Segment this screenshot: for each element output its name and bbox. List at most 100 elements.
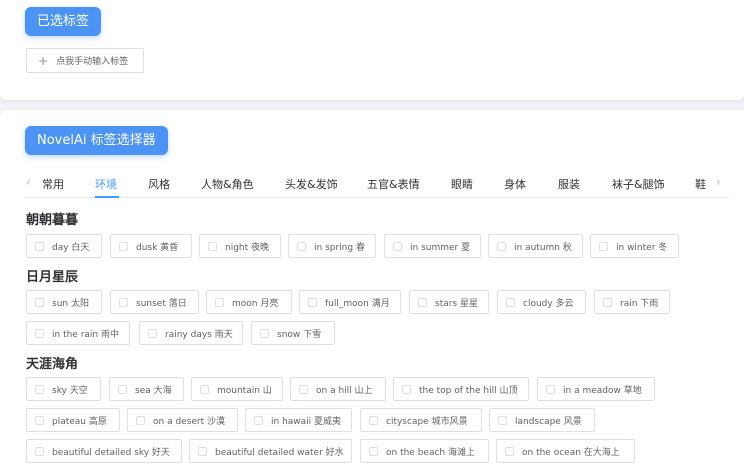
tag-label: on the ocean 在大海上 [522, 447, 620, 458]
tab-common[interactable]: 常用 [42, 176, 64, 192]
tag-chip[interactable]: cityscape 城市风景 [360, 408, 482, 432]
checkbox[interactable] [35, 328, 44, 338]
tag-label: sky 天空 [52, 385, 88, 396]
checkbox[interactable] [546, 384, 555, 394]
tag-chip[interactable]: beautiful detailed water 好水 [189, 439, 352, 463]
checkbox[interactable] [200, 384, 209, 394]
checkbox[interactable] [603, 297, 612, 307]
checkbox[interactable] [35, 241, 44, 251]
checkbox[interactable] [35, 297, 44, 307]
tag-chip[interactable]: landscape 风景 [489, 408, 595, 432]
group-title: 天涯海角 [26, 357, 79, 372]
tag-chip[interactable]: mountain 山 [191, 377, 283, 401]
tag-label: rain 下雨 [620, 298, 659, 309]
tag-chip[interactable]: plateau 高原 [26, 408, 120, 432]
tag-chip[interactable]: dusk 黄昏 [110, 234, 192, 258]
checkbox[interactable] [118, 384, 127, 394]
checkbox[interactable] [393, 241, 402, 251]
checkbox[interactable] [297, 241, 306, 251]
tab-clothing[interactable]: 服装 [558, 176, 580, 192]
tag-chip[interactable]: sky 天空 [26, 377, 101, 401]
checkbox[interactable] [402, 384, 411, 394]
tag-label: in hawaii 夏威夷 [271, 416, 342, 427]
checkbox[interactable] [35, 415, 44, 425]
manual-input-button[interactable]: + 点我手动输入标签 [26, 48, 144, 73]
tag-label: the top of the hill 山顶 [419, 385, 518, 396]
tag-label: in winter 冬 [616, 242, 668, 253]
tag-chip[interactable]: in spring 春 [288, 234, 376, 258]
checkbox[interactable] [254, 415, 263, 425]
tag-chip[interactable]: full_moon 满月 [299, 290, 401, 314]
checkbox[interactable] [35, 446, 44, 456]
tab-characters[interactable]: 人物&角色 [201, 176, 254, 192]
tag-chip[interactable]: in hawaii 夏威夷 [245, 408, 352, 432]
checkbox[interactable] [506, 297, 515, 307]
tag-chip[interactable]: on the ocean 在大海上 [496, 439, 635, 463]
tag-chip[interactable]: cloudy 多云 [497, 290, 586, 314]
tag-label: mountain 山 [217, 385, 272, 396]
tag-chip[interactable]: in summer 夏 [384, 234, 481, 258]
tab-body[interactable]: 身体 [504, 176, 526, 192]
group-title: 朝朝暮暮 [26, 213, 79, 228]
tag-label: rainy days 雨天 [165, 329, 233, 340]
checkbox[interactable] [35, 384, 44, 394]
checkbox[interactable] [369, 446, 378, 456]
checkbox[interactable] [119, 241, 128, 251]
tag-label: full_moon 满月 [325, 298, 390, 309]
tab-shoes[interactable]: 鞋 [695, 176, 706, 192]
tab-style[interactable]: 风格 [148, 176, 170, 192]
tag-chip[interactable]: on the beach 海滩上 [360, 439, 489, 463]
tab-socks[interactable]: 袜子&腿饰 [612, 176, 665, 192]
tag-chip[interactable]: in the rain 雨中 [26, 321, 130, 345]
tag-chip[interactable]: snow 下雪 [251, 321, 335, 345]
tag-chip[interactable]: sea 大海 [109, 377, 184, 401]
tag-chip[interactable]: moon 月亮 [206, 290, 292, 314]
checkbox[interactable] [119, 297, 128, 307]
tag-chip[interactable]: on a hill 山上 [290, 377, 386, 401]
tag-selector-title: NovelAi 标签选择器 [25, 126, 168, 155]
tag-chip[interactable]: in winter 冬 [590, 234, 679, 258]
tab-face[interactable]: 五官&表情 [367, 176, 420, 192]
tag-chip[interactable]: night 夜晚 [199, 234, 281, 258]
tag-chip[interactable]: in a meadow 草地 [537, 377, 655, 401]
checkbox[interactable] [208, 241, 217, 251]
checkbox[interactable] [505, 446, 514, 456]
tag-chip[interactable]: beautiful detailed sky 好天 [26, 439, 182, 463]
tag-label: night 夜晚 [225, 242, 270, 253]
checkbox[interactable] [215, 297, 224, 307]
tag-chip[interactable]: rainy days 雨天 [139, 321, 243, 345]
checkbox[interactable] [308, 297, 317, 307]
tag-label: cloudy 多云 [523, 298, 574, 309]
tag-label: beautiful detailed sky 好天 [52, 447, 170, 458]
tag-chip[interactable]: day 白天 [26, 234, 102, 258]
checkbox[interactable] [198, 446, 207, 456]
tab-environment[interactable]: 环境 [95, 176, 117, 192]
tab-eyes[interactable]: 眼睛 [451, 176, 473, 192]
checkbox[interactable] [497, 241, 506, 251]
checkbox[interactable] [599, 241, 608, 251]
tag-label: moon 月亮 [232, 298, 279, 309]
tag-label: sun 太阳 [52, 298, 89, 309]
checkbox[interactable] [260, 328, 269, 338]
checkbox[interactable] [369, 415, 378, 425]
tag-chip[interactable]: in autumn 秋 [488, 234, 583, 258]
tag-chip[interactable]: rain 下雨 [594, 290, 670, 314]
checkbox[interactable] [136, 415, 145, 425]
checkbox[interactable] [299, 384, 308, 394]
tag-chip[interactable]: sunset 落日 [110, 290, 199, 314]
tag-label: stars 星星 [435, 298, 478, 309]
chevron-left-icon[interactable]: ‹ [26, 175, 31, 189]
tag-label: plateau 高原 [52, 416, 107, 427]
chevron-right-icon[interactable]: › [716, 175, 721, 189]
checkbox[interactable] [418, 297, 427, 307]
tab-hair[interactable]: 头发&发饰 [285, 176, 338, 192]
manual-input-label: 点我手动输入标签 [56, 57, 129, 67]
tag-label: sunset 落日 [136, 298, 187, 309]
tag-chip[interactable]: sun 太阳 [26, 290, 102, 314]
category-tabs: ‹ 常用 环境 风格 人物&角色 头发&发饰 五官&表情 眼睛 身体 服装 袜子… [24, 170, 729, 198]
tag-chip[interactable]: the top of the hill 山顶 [393, 377, 529, 401]
tag-chip[interactable]: stars 星星 [409, 290, 489, 314]
checkbox[interactable] [498, 415, 507, 425]
checkbox[interactable] [148, 328, 157, 338]
tag-chip[interactable]: on a desert 沙漠 [127, 408, 238, 432]
